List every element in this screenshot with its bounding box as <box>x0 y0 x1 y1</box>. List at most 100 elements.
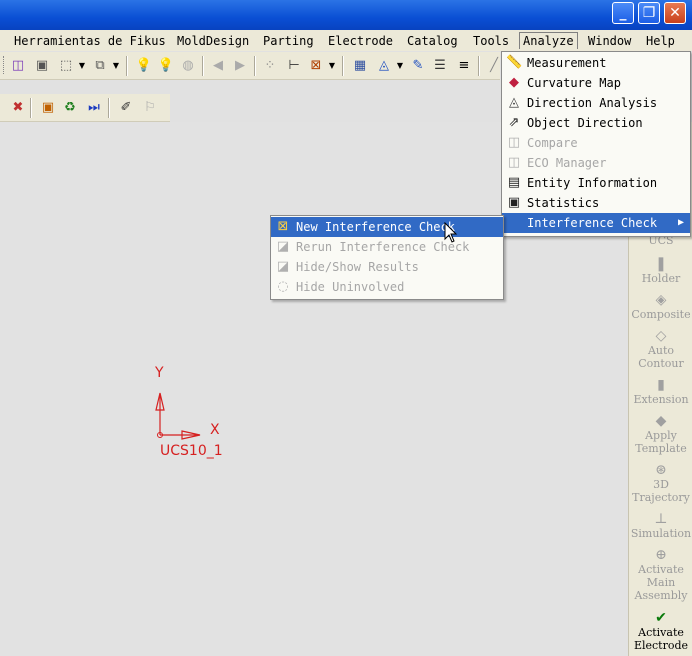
electrode-check-icon: ✔ <box>655 610 667 626</box>
compare-icon: ◫ <box>507 135 521 150</box>
toolbar-separator <box>202 56 204 76</box>
menu-catalog[interactable]: Catalog <box>407 33 458 49</box>
chevron-down-icon[interactable]: ▼ <box>74 57 90 73</box>
arrow-right-icon[interactable]: ▶ <box>232 57 248 73</box>
menu-window[interactable]: Window <box>588 33 631 49</box>
toolbar-separator <box>126 56 128 76</box>
panel-button-simulation[interactable]: ⊥ Simulation <box>629 511 692 540</box>
trajectory-icon: ⊛ <box>655 462 667 478</box>
toolbar-grip[interactable] <box>3 56 7 74</box>
menu-item-compare[interactable]: ◫ Compare <box>502 133 690 153</box>
object-direction-icon: ⇗ <box>508 115 520 130</box>
ruler-icon: 📏 <box>506 55 523 70</box>
menu-analyze[interactable]: Analyze <box>519 32 578 49</box>
menu-electrode[interactable]: Electrode <box>328 33 393 49</box>
statistics-icon: ▣ <box>507 195 521 210</box>
dimension-icon[interactable]: ⊢ <box>286 57 302 73</box>
menu-bar: Herramientas de Fikus MoldDesign Parting… <box>0 30 692 51</box>
secondary-toolbar: ✖ ▣ ♻ ⏭ ✐ ⚐ <box>0 94 170 122</box>
holder-icon: ❚ <box>655 256 667 272</box>
menu-item-curvature-map[interactable]: ◆ Curvature Map <box>502 73 690 93</box>
pen-icon[interactable]: ✎ <box>410 57 426 73</box>
ucs-marker: Y X UCS10_1 <box>140 365 260 465</box>
extension-icon: ▮ <box>657 377 665 393</box>
edit-sketch-icon[interactable]: ✐ <box>118 99 134 115</box>
panel-button-extension[interactable]: ▮ Extension <box>629 377 692 406</box>
panel-button-holder[interactable]: ❚ Holder <box>629 256 692 285</box>
line-style-icon[interactable]: ☰ <box>432 57 448 73</box>
light-off-icon[interactable]: ◍ <box>180 57 196 73</box>
grid-dots-icon[interactable]: ⁘ <box>262 57 278 73</box>
light-bulb-icon[interactable]: 💡 <box>136 57 152 73</box>
menu-tools[interactable]: Tools <box>473 33 509 49</box>
template-icon: ◆ <box>655 413 667 429</box>
mouse-cursor-icon <box>444 222 458 243</box>
chevron-down-icon[interactable]: ▼ <box>108 57 124 73</box>
toolbar-separator <box>478 56 480 76</box>
minimize-button[interactable]: _ <box>612 2 634 24</box>
panel-button-composite[interactable]: ◈ Composite <box>629 292 692 321</box>
step-forward-icon[interactable]: ⏭ <box>86 99 102 115</box>
toolbar-separator <box>30 98 32 118</box>
menu-item-entity-information[interactable]: ▤ Entity Information <box>502 173 690 193</box>
chevron-down-icon[interactable]: ▼ <box>392 57 408 73</box>
toolbar-separator <box>254 56 256 76</box>
close-button[interactable]: ✕ <box>664 2 686 24</box>
menu-item-statistics[interactable]: ▣ Statistics <box>502 193 690 213</box>
panel-button-activate-electrode[interactable]: ✔ Activate Electrode <box>629 610 692 652</box>
new-interference-icon: ⊠ <box>277 219 289 234</box>
display-mode-icon[interactable]: ⧉ <box>92 57 108 73</box>
menu-item-direction-analysis[interactable]: ◬ Direction Analysis <box>502 93 690 113</box>
menu-item-rerun-interference-check[interactable]: ◪ Rerun Interference Check <box>271 237 503 257</box>
main-assembly-icon: ⊕ <box>655 547 667 563</box>
eco-icon: ◫ <box>507 155 521 170</box>
menu-help[interactable]: Help <box>646 33 675 49</box>
line-weight-icon[interactable]: ≡ <box>456 57 472 73</box>
menu-parting[interactable]: Parting <box>263 33 314 49</box>
panel-button-auto-contour[interactable]: ◇ Auto Contour <box>629 328 692 370</box>
panel-button-activate-main-assembly[interactable]: ⊕ Activate Main Assembly <box>629 547 692 602</box>
ucs-name-label: UCS10_1 <box>160 443 223 459</box>
toolbar-separator <box>342 56 344 76</box>
panel-button-3d-trajectory[interactable]: ⊛ 3D Trajectory <box>629 462 692 504</box>
shaded-view-icon[interactable]: ▣ <box>34 57 50 73</box>
assembly-icon[interactable]: ▣ <box>40 99 56 115</box>
title-bar: _ ❐ ✕ <box>0 0 692 30</box>
menu-item-hide-uninvolved[interactable]: ◌ Hide Uninvolved <box>271 277 503 297</box>
menu-herramientas[interactable]: Herramientas de Fikus <box>14 33 166 49</box>
panel-button-apply-template[interactable]: ◆ Apply Template <box>629 413 692 455</box>
menu-molddesign[interactable]: MoldDesign <box>177 33 249 49</box>
hide-uninvolved-icon: ◌ <box>277 279 289 294</box>
table-icon[interactable]: ▦ <box>352 57 368 73</box>
menu-item-object-direction[interactable]: ⇗ Object Direction <box>502 113 690 133</box>
toolbar-separator <box>108 98 110 118</box>
ucs-x-label: X <box>210 422 220 438</box>
arrow-left-icon[interactable]: ◀ <box>210 57 226 73</box>
maximize-button[interactable]: ❐ <box>638 2 660 24</box>
interference-icon[interactable]: ⊠ <box>308 57 324 73</box>
menu-item-measurement[interactable]: 📏 Measurement <box>502 53 690 73</box>
menu-item-interference-check[interactable]: Interference Check ▶ <box>502 213 690 233</box>
line-icon[interactable]: ╱ <box>486 57 502 73</box>
main-toolbar: ◫ ▣ ⬚ ▼ ⧉ ▼ 💡 💡 ◍ ◀ ▶ ⁘ ⊢ ⊠ ▼ ▦ ◬ ▼ ✎ ☰ … <box>0 52 500 80</box>
box-view-icon[interactable]: ◫ <box>10 57 26 73</box>
info-icon: ▤ <box>507 175 521 190</box>
flag-icon[interactable]: ⚐ <box>142 99 158 115</box>
remove-icon[interactable]: ✖ <box>10 99 26 115</box>
wireframe-view-icon[interactable]: ⬚ <box>58 57 74 73</box>
interference-check-submenu: ⊠ New Interference Check ◪ Rerun Interfe… <box>270 215 504 300</box>
rerun-icon: ◪ <box>276 239 290 254</box>
light-on-icon[interactable]: 💡 <box>158 57 174 73</box>
menu-item-hide-show-results[interactable]: ◪ Hide/Show Results <box>271 257 503 277</box>
composite-icon: ◈ <box>655 292 667 308</box>
auto-contour-icon: ◇ <box>655 328 667 344</box>
menu-item-eco-manager[interactable]: ◫ ECO Manager <box>502 153 690 173</box>
color-fill-icon[interactable]: ◬ <box>376 57 392 73</box>
hide-show-icon: ◪ <box>276 259 290 274</box>
analyze-dropdown-menu: 📏 Measurement ◆ Curvature Map ◬ Directio… <box>501 51 691 237</box>
curvature-icon: ◆ <box>509 75 519 90</box>
recycle-icon[interactable]: ♻ <box>62 99 78 115</box>
chevron-down-icon[interactable]: ▼ <box>324 57 340 73</box>
menu-item-new-interference-check[interactable]: ⊠ New Interference Check <box>271 217 503 237</box>
direction-icon: ◬ <box>509 95 519 110</box>
